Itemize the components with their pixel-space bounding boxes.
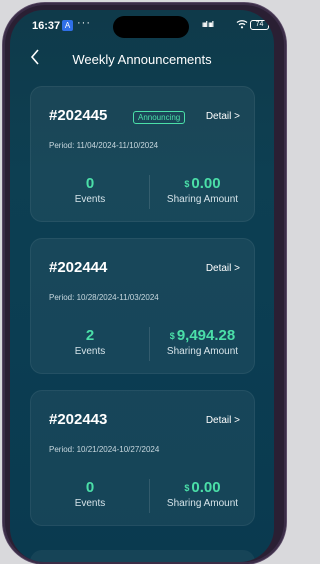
header: Weekly Announcements bbox=[10, 46, 274, 76]
status-badge: Announcing bbox=[133, 111, 186, 124]
announcement-id: #202443 bbox=[49, 411, 108, 428]
events-stat: 0 Events bbox=[31, 175, 149, 205]
sharing-amount-value: $0.00 bbox=[149, 479, 256, 497]
announcement-card-partial bbox=[30, 550, 255, 562]
events-stat: 2 Events bbox=[31, 327, 149, 357]
sharing-amount-label: Sharing Amount bbox=[166, 194, 239, 205]
sharing-amount-value: $0.00 bbox=[149, 175, 256, 193]
events-label: Events bbox=[74, 194, 106, 205]
notification-icon: A bbox=[62, 20, 73, 31]
events-value: 0 bbox=[85, 479, 95, 496]
events-value: 0 bbox=[85, 175, 95, 192]
status-time: 16:37 bbox=[32, 20, 61, 32]
announcement-card: #202443 Detail > Period: 10/21/2024-10/2… bbox=[30, 390, 255, 526]
period-text: Period: 10/28/2024-11/03/2024 bbox=[49, 293, 159, 302]
sharing-amount-stat: $0.00 Sharing Amount bbox=[149, 479, 256, 509]
battery-icon: 74 bbox=[250, 20, 269, 30]
currency-symbol: $ bbox=[169, 331, 175, 341]
announcement-id: #202445 bbox=[49, 107, 108, 124]
sharing-amount-label: Sharing Amount bbox=[166, 346, 239, 357]
period-text: Period: 10/21/2024-10/27/2024 bbox=[49, 445, 160, 454]
sharing-amount-label: Sharing Amount bbox=[166, 498, 239, 509]
status-bar: 16:37 A ··· ıııl ıııl 74 bbox=[10, 10, 274, 42]
wifi-icon bbox=[236, 19, 248, 32]
announcement-card: #202444 Detail > Period: 10/28/2024-11/0… bbox=[30, 238, 255, 374]
amount-number: 0.00 bbox=[191, 175, 221, 192]
amount-number: 9,494.28 bbox=[176, 327, 236, 344]
sharing-amount-value: $9,494.28 bbox=[149, 327, 256, 345]
events-value: 2 bbox=[85, 327, 95, 344]
detail-link[interactable]: Detail > bbox=[206, 263, 240, 274]
currency-symbol: $ bbox=[184, 483, 190, 493]
currency-symbol: $ bbox=[184, 179, 190, 189]
events-stat: 0 Events bbox=[31, 479, 149, 509]
sharing-amount-stat: $9,494.28 Sharing Amount bbox=[149, 327, 256, 357]
announcement-card: #202445 Announcing Detail > Period: 11/0… bbox=[30, 86, 255, 222]
detail-link[interactable]: Detail > bbox=[206, 111, 240, 122]
amount-number: 0.00 bbox=[191, 479, 221, 496]
sharing-amount-stat: $0.00 Sharing Amount bbox=[149, 175, 256, 205]
period-text: Period: 11/04/2024-11/10/2024 bbox=[49, 141, 159, 150]
signal-icon: ıııl ıııl bbox=[202, 20, 214, 29]
app-screen: 16:37 A ··· ıııl ıııl 74 Weekly Announce… bbox=[10, 10, 274, 562]
events-label: Events bbox=[74, 346, 106, 357]
camera-notch bbox=[113, 16, 189, 38]
announcement-id: #202444 bbox=[49, 259, 108, 276]
more-notifications-icon: ··· bbox=[77, 17, 91, 29]
detail-link[interactable]: Detail > bbox=[206, 415, 240, 426]
events-label: Events bbox=[74, 498, 106, 509]
page-title: Weekly Announcements bbox=[72, 52, 212, 67]
